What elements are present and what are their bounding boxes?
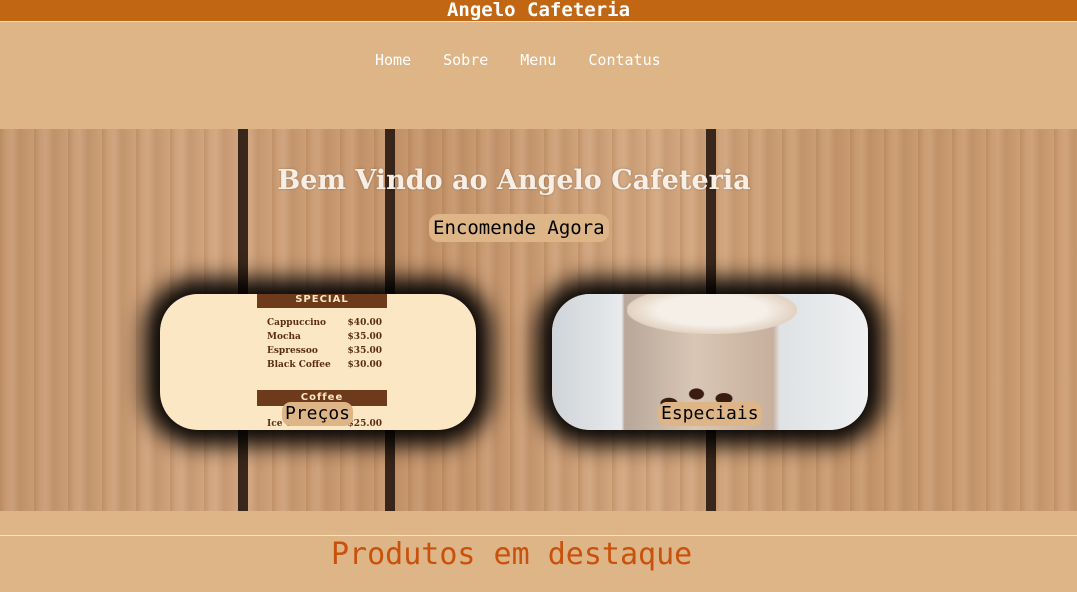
drink-cream [627, 294, 797, 334]
prices-card[interactable]: SPECIAL Cappuccino $40.00 Mocha $35.00 Esp… [160, 294, 476, 430]
site-title-bar: Angelo Cafeteria [0, 0, 1077, 22]
divider [0, 535, 1077, 536]
nav-home[interactable]: Home [375, 51, 411, 69]
nav-sobre[interactable]: Sobre [443, 51, 488, 69]
prices-label[interactable]: Preços [282, 402, 354, 426]
menu-banner-special: SPECIAL [257, 294, 387, 308]
specials-card[interactable]: Especiais [552, 294, 868, 430]
nav-menu[interactable]: Menu [520, 51, 556, 69]
menu-row: Cappuccino $40.00 [267, 318, 382, 328]
menu-row: Black Coffee $30.00 [267, 360, 382, 370]
nav-contatus[interactable]: Contatus [588, 51, 660, 69]
hero-title: Bem Vindo ao Angelo Cafeteria [277, 165, 751, 196]
menu-row: Mocha $35.00 [267, 332, 382, 342]
menu-row: Espressoo $35.00 [267, 346, 382, 356]
hero-section: Bem Vindo ao Angelo Cafeteria Encomende … [0, 129, 1077, 511]
site-title: Angelo Cafeteria [446, 0, 631, 21]
main-nav: Home Sobre Menu Contatus [0, 22, 1077, 129]
order-now-button[interactable]: Encomende Agora [429, 214, 609, 242]
featured-title: Produtos em destaque [331, 537, 693, 572]
specials-label[interactable]: Especiais [658, 402, 762, 426]
featured-section: Produtos em destaque [0, 511, 1077, 592]
